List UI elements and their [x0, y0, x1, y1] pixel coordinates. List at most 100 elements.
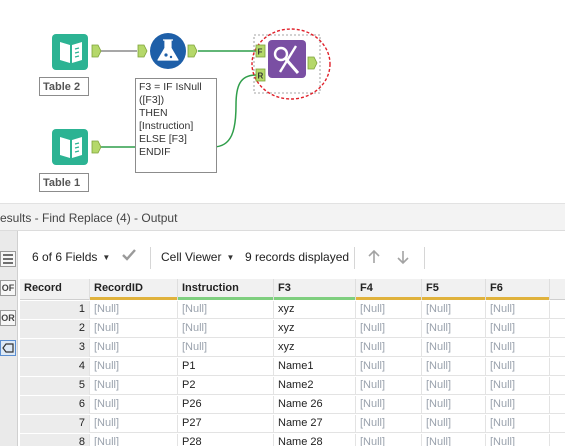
- type-bar: [274, 297, 355, 300]
- arrow-down-icon[interactable]: [395, 249, 411, 268]
- table-cell[interactable]: xyz: [274, 339, 356, 357]
- table-cell[interactable]: [Null]: [356, 396, 422, 414]
- table-cell[interactable]: [Null]: [486, 377, 550, 395]
- tag-icon[interactable]: [0, 340, 16, 356]
- table-row[interactable]: 4 [Null] P1 Name1 [Null] [Null] [Null]: [20, 358, 565, 376]
- column-header-f3[interactable]: F3: [274, 279, 356, 300]
- table-cell[interactable]: [Null]: [356, 415, 422, 433]
- table-cell[interactable]: [Null]: [486, 358, 550, 376]
- table-row[interactable]: 5 [Null] P2 Name2 [Null] [Null] [Null]: [20, 377, 565, 395]
- table-cell[interactable]: [Null]: [486, 415, 550, 433]
- record-number-cell[interactable]: 2: [20, 320, 90, 338]
- table-row[interactable]: 3 [Null] [Null] xyz [Null] [Null] [Null]: [20, 339, 565, 357]
- table-cell[interactable]: [Null]: [486, 396, 550, 414]
- table-cell[interactable]: [Null]: [90, 301, 178, 319]
- chevron-down-icon: ▼: [102, 253, 111, 262]
- arrow-up-icon[interactable]: [366, 249, 382, 268]
- column-header-f4[interactable]: F4: [356, 279, 422, 300]
- table-cell[interactable]: P2: [178, 377, 274, 395]
- table-cell[interactable]: [Null]: [486, 320, 550, 338]
- grid-icon[interactable]: [0, 251, 16, 267]
- table-cell[interactable]: [Null]: [486, 434, 550, 446]
- table-cell[interactable]: [Null]: [422, 339, 486, 357]
- table-row[interactable]: 1 [Null] [Null] xyz [Null] [Null] [Null]: [20, 301, 565, 319]
- table-cell[interactable]: [Null]: [90, 396, 178, 414]
- column-header-label: Record: [24, 282, 62, 294]
- table-cell[interactable]: [Null]: [422, 415, 486, 433]
- formula-line: ENDIF: [139, 146, 171, 158]
- table2-label: Table 2: [39, 77, 89, 96]
- table-cell[interactable]: [Null]: [178, 320, 274, 338]
- table-cell[interactable]: [Null]: [90, 434, 178, 446]
- record-number-cell[interactable]: 3: [20, 339, 90, 357]
- table-cell[interactable]: Name 27: [274, 415, 356, 433]
- record-number-cell[interactable]: 1: [20, 301, 90, 319]
- column-header-f6[interactable]: F6: [486, 279, 550, 300]
- header-row: Record RecordID Instruction F3 F4 F5 F6: [20, 279, 565, 300]
- table-cell[interactable]: [Null]: [356, 339, 422, 357]
- record-number-cell[interactable]: 7: [20, 415, 90, 433]
- table-cell[interactable]: Name 26: [274, 396, 356, 414]
- cell-viewer-dropdown[interactable]: Cell Viewer ▼: [161, 250, 234, 264]
- table1-output-anchor: [91, 140, 102, 154]
- table-cell[interactable]: [Null]: [356, 377, 422, 395]
- table-cell[interactable]: [Null]: [90, 339, 178, 357]
- table-row[interactable]: 2 [Null] [Null] xyz [Null] [Null] [Null]: [20, 320, 565, 338]
- table-cell[interactable]: [Null]: [178, 301, 274, 319]
- table-cell[interactable]: [Null]: [356, 358, 422, 376]
- table-cell[interactable]: Name1: [274, 358, 356, 376]
- table-cell[interactable]: P26: [178, 396, 274, 414]
- table-cell[interactable]: P27: [178, 415, 274, 433]
- table-cell[interactable]: [Null]: [422, 358, 486, 376]
- type-bar: [90, 297, 177, 300]
- table2-tool[interactable]: [52, 34, 88, 70]
- replace-anchor-label: R: [258, 72, 264, 81]
- column-header-label: F5: [426, 282, 439, 294]
- table-cell[interactable]: [Null]: [356, 301, 422, 319]
- formula-tool[interactable]: [150, 33, 186, 69]
- column-header-instruction[interactable]: Instruction: [178, 279, 274, 300]
- table2-output-anchor: [91, 44, 102, 58]
- record-number-cell[interactable]: 4: [20, 358, 90, 376]
- table-cell[interactable]: P28: [178, 434, 274, 446]
- table-cell[interactable]: xyz: [274, 320, 356, 338]
- record-number-cell[interactable]: 8: [20, 434, 90, 446]
- column-header-record[interactable]: Record: [20, 279, 90, 300]
- table-cell[interactable]: [Null]: [422, 377, 486, 395]
- formula-line: ELSE [F3]: [139, 133, 187, 145]
- table-cell[interactable]: [Null]: [356, 320, 422, 338]
- record-number-cell[interactable]: 5: [20, 377, 90, 395]
- table-cell[interactable]: [Null]: [422, 320, 486, 338]
- table-cell[interactable]: P1: [178, 358, 274, 376]
- type-bar: [486, 297, 549, 300]
- table-cell[interactable]: Name2: [274, 377, 356, 395]
- table-cell[interactable]: xyz: [274, 301, 356, 319]
- column-header-recordid[interactable]: RecordID: [90, 279, 178, 300]
- workflow-canvas[interactable]: F R Table 2 Table 1 F3 = IF IsNull ([F3]…: [0, 0, 565, 203]
- formula-line: F3 = IF IsNull: [139, 81, 202, 93]
- table-cell[interactable]: [Null]: [90, 415, 178, 433]
- fields-dropdown[interactable]: 6 of 6 Fields ▼: [32, 250, 110, 264]
- results-toolbar: 6 of 6 Fields ▼ Cell Viewer ▼ 9 records di…: [20, 241, 565, 275]
- checkmark-icon[interactable]: [120, 246, 138, 267]
- table-row[interactable]: 7 [Null] P27 Name 27 [Null] [Null] [Null]: [20, 415, 565, 433]
- table-row[interactable]: 6 [Null] P26 Name 26 [Null] [Null] [Null]: [20, 396, 565, 414]
- table-cell[interactable]: [Null]: [90, 358, 178, 376]
- table-cell[interactable]: [Null]: [422, 396, 486, 414]
- table-cell[interactable]: [Null]: [422, 434, 486, 446]
- table-cell[interactable]: [Null]: [422, 301, 486, 319]
- table-cell[interactable]: [Null]: [356, 434, 422, 446]
- type-bar: [356, 297, 421, 300]
- column-header-f5[interactable]: F5: [422, 279, 486, 300]
- table-row[interactable]: 8 [Null] P28 Name 28 [Null] [Null] [Null]: [20, 434, 565, 446]
- table1-tool[interactable]: [52, 129, 88, 165]
- table-cell[interactable]: [Null]: [486, 301, 550, 319]
- record-number-cell[interactable]: 6: [20, 396, 90, 414]
- table-cell[interactable]: [Null]: [178, 339, 274, 357]
- table-cell[interactable]: [Null]: [90, 377, 178, 395]
- rail-button-or[interactable]: OR: [0, 310, 16, 326]
- rail-button-of[interactable]: OF: [0, 280, 16, 296]
- table-cell[interactable]: [Null]: [486, 339, 550, 357]
- table-cell[interactable]: [Null]: [90, 320, 178, 338]
- table-cell[interactable]: Name 28: [274, 434, 356, 446]
